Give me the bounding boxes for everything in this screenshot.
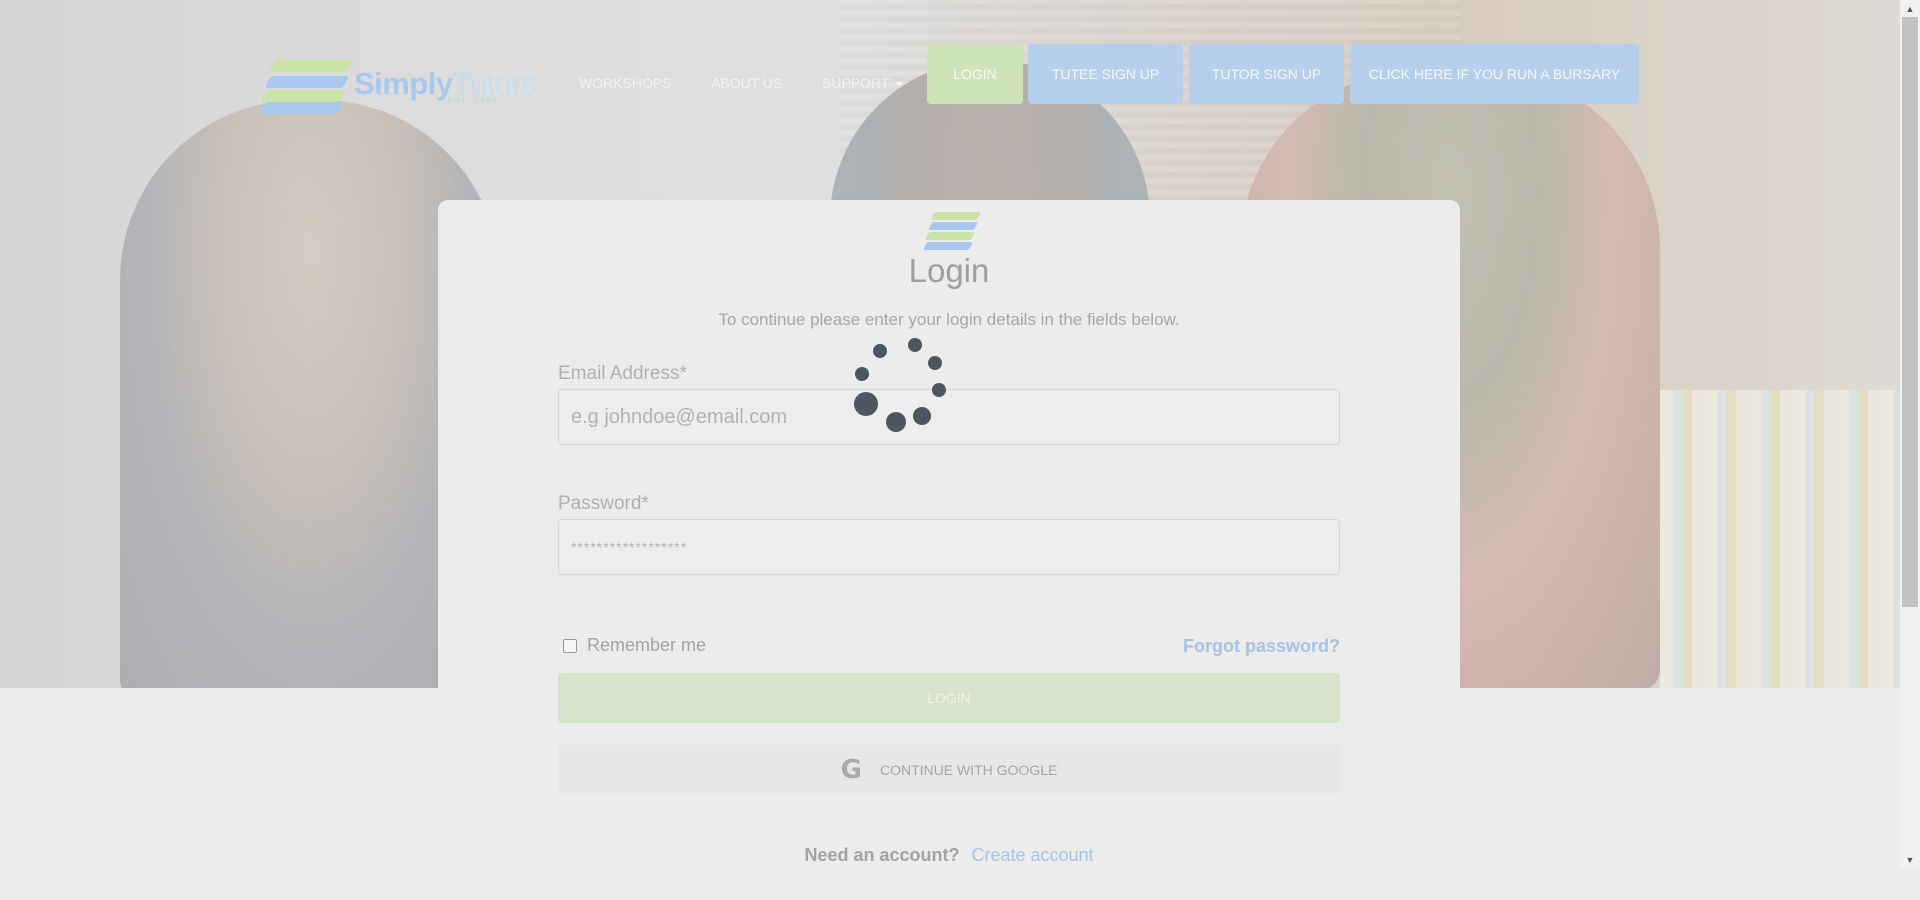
login-card: Login To continue please enter your logi… <box>438 200 1460 900</box>
nav-workshops[interactable]: WORKSHOPS <box>579 75 672 91</box>
remember-me-row[interactable]: Remember me <box>563 635 706 656</box>
logo-name-strong: Simply <box>354 66 453 101</box>
nav-support-label: SUPPORT <box>822 75 890 91</box>
chevron-down-icon <box>895 82 904 87</box>
google-login-button[interactable]: G CONTINUE WITH GOOGLE <box>558 745 1340 795</box>
forgot-password-link[interactable]: Forgot password? <box>1183 636 1340 657</box>
create-account-link[interactable]: Create account <box>971 845 1093 865</box>
nav-about-us[interactable]: ABOUT US <box>711 75 782 91</box>
tutor-signup-button[interactable]: TUTOR SIGN UP <box>1189 44 1344 104</box>
logo-tagline: EST. 2020 <box>448 98 499 105</box>
remember-me-label: Remember me <box>587 635 707 655</box>
nav-support[interactable]: SUPPORT <box>822 75 904 91</box>
password-field[interactable] <box>558 519 1340 575</box>
loading-spinner-icon <box>850 335 950 435</box>
logo-wordmark: SimplyTutors <box>354 66 537 102</box>
login-subtitle: To continue please enter your login deta… <box>718 310 1180 329</box>
scroll-down-icon[interactable]: ▼ <box>1900 851 1920 868</box>
tutee-signup-button[interactable]: TUTEE SIGN UP <box>1028 44 1183 104</box>
books-logo-icon <box>922 212 982 252</box>
logo-books-icon <box>258 56 354 114</box>
google-g-icon: G <box>840 755 862 785</box>
login-submit-button[interactable]: LOGIN <box>558 673 1340 723</box>
site-logo[interactable]: SimplyTutors EST. 2020 <box>258 56 537 114</box>
bursary-button[interactable]: CLICK HERE IF YOU RUN A BURSARY <box>1350 44 1639 104</box>
google-login-label: CONTINUE WITH GOOGLE <box>880 762 1058 778</box>
remember-me-checkbox[interactable] <box>563 638 577 653</box>
login-title: Login <box>908 252 990 289</box>
email-label: Email Address* <box>558 363 687 384</box>
signup-prompt: Need an account? Create account <box>438 845 1460 866</box>
scroll-up-icon[interactable]: ▲ <box>1900 0 1920 17</box>
need-account-text: Need an account? <box>804 845 960 865</box>
scroll-thumb[interactable] <box>1902 17 1918 607</box>
nav-login-button[interactable]: LOGIN <box>927 44 1023 104</box>
password-label: Password* <box>558 493 649 514</box>
vertical-scrollbar[interactable]: ▲ ▼ <box>1900 0 1920 868</box>
logo-name-rest: Tutors <box>452 66 537 101</box>
